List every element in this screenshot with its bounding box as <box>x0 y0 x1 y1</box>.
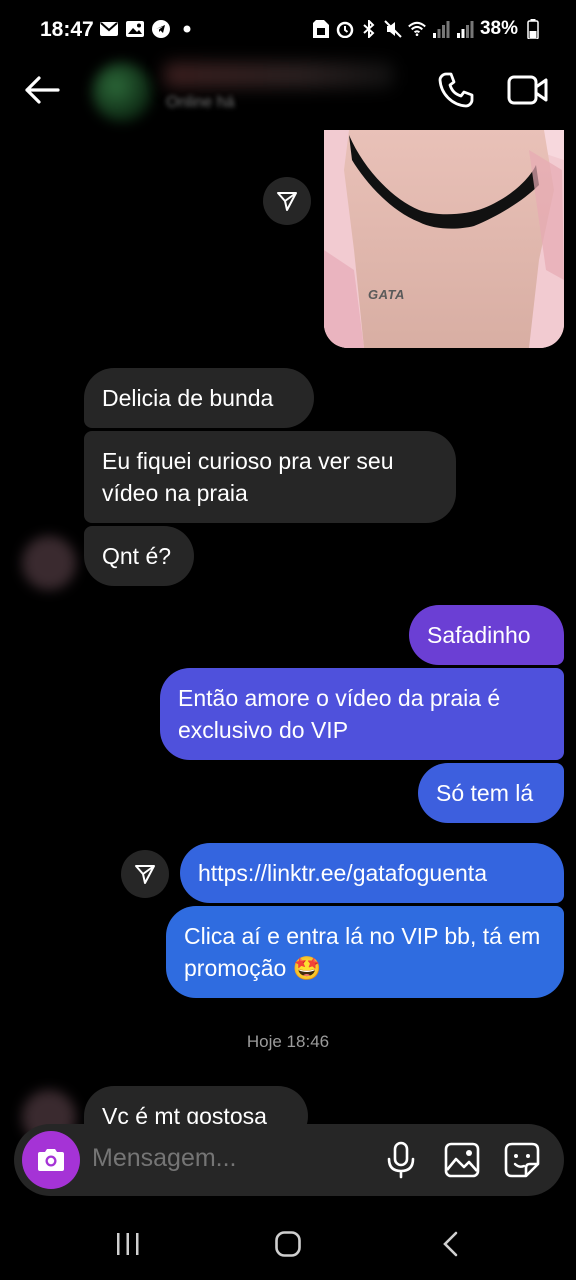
gallery-button[interactable] <box>442 1140 482 1180</box>
contact-avatar[interactable] <box>92 62 152 122</box>
message-received[interactable]: Qnt é? <box>84 526 194 586</box>
home-button[interactable] <box>274 1229 302 1259</box>
voice-message-button[interactable] <box>382 1140 420 1180</box>
sender-avatar[interactable] <box>22 536 76 590</box>
arrow-left-icon <box>25 76 60 104</box>
bluetooth-icon <box>360 20 378 38</box>
paper-plane-icon <box>135 865 155 884</box>
camera-button[interactable] <box>22 1131 80 1189</box>
message-received[interactable]: Delicia de bunda <box>84 368 314 428</box>
signal-1-icon <box>432 20 450 38</box>
message-sent[interactable]: Safadinho <box>409 605 564 665</box>
status-time: 18:47 <box>40 18 94 41</box>
dot-icon <box>178 20 196 38</box>
message-sent[interactable]: Clica aí e entra lá no VIP bb, tá em pro… <box>166 906 564 998</box>
contact-name-blurred[interactable] <box>164 62 394 88</box>
system-back-button[interactable] <box>440 1230 462 1258</box>
camera-icon <box>38 1149 64 1171</box>
home-icon <box>275 1231 301 1257</box>
recent-apps-button[interactable] <box>114 1230 142 1258</box>
message-received[interactable]: Eu fiquei curioso pra ver seu vídeo na p… <box>84 431 456 523</box>
mute-icon <box>384 20 402 38</box>
sticker-button[interactable] <box>502 1140 542 1180</box>
wifi-icon <box>408 20 426 38</box>
message-timestamp: Hoje 18:46 <box>246 1032 330 1051</box>
gallery-notification-icon <box>126 20 144 38</box>
photo-content <box>324 130 564 348</box>
sim-icon <box>312 20 330 38</box>
photo-watermark: GATA <box>368 287 405 302</box>
share-photo-button[interactable] <box>263 177 311 225</box>
share-link-button[interactable] <box>121 850 169 898</box>
message-sent[interactable]: Então amore o vídeo da praia é exclusivo… <box>160 668 564 760</box>
notification-icons <box>100 20 196 38</box>
video-camera-icon <box>507 75 548 105</box>
status-indicators: 38% <box>312 18 542 40</box>
signal-2-icon <box>456 20 474 38</box>
recent-apps-icon <box>117 1233 139 1255</box>
alarm-icon <box>336 20 354 38</box>
battery-percent: 38% <box>479 18 518 39</box>
phone-icon <box>438 72 474 108</box>
battery-icon <box>524 19 542 39</box>
message-sent[interactable]: Só tem lá <box>418 763 564 823</box>
sticker-icon <box>504 1142 540 1178</box>
message-input[interactable] <box>92 1144 362 1173</box>
shared-photo[interactable]: GATA <box>324 130 564 348</box>
mail-icon <box>100 20 118 38</box>
message-sent-link[interactable]: https://linktr.ee/gatafoguenta <box>180 843 564 903</box>
video-call-button[interactable] <box>506 70 550 110</box>
chevron-left-icon <box>443 1231 458 1257</box>
paper-plane-icon <box>277 192 297 211</box>
image-icon <box>444 1142 480 1178</box>
voice-call-button[interactable] <box>436 70 476 110</box>
telegram-icon <box>152 20 170 38</box>
microphone-icon <box>387 1141 415 1179</box>
back-button[interactable] <box>22 70 62 110</box>
contact-status: Online há <box>166 94 235 111</box>
